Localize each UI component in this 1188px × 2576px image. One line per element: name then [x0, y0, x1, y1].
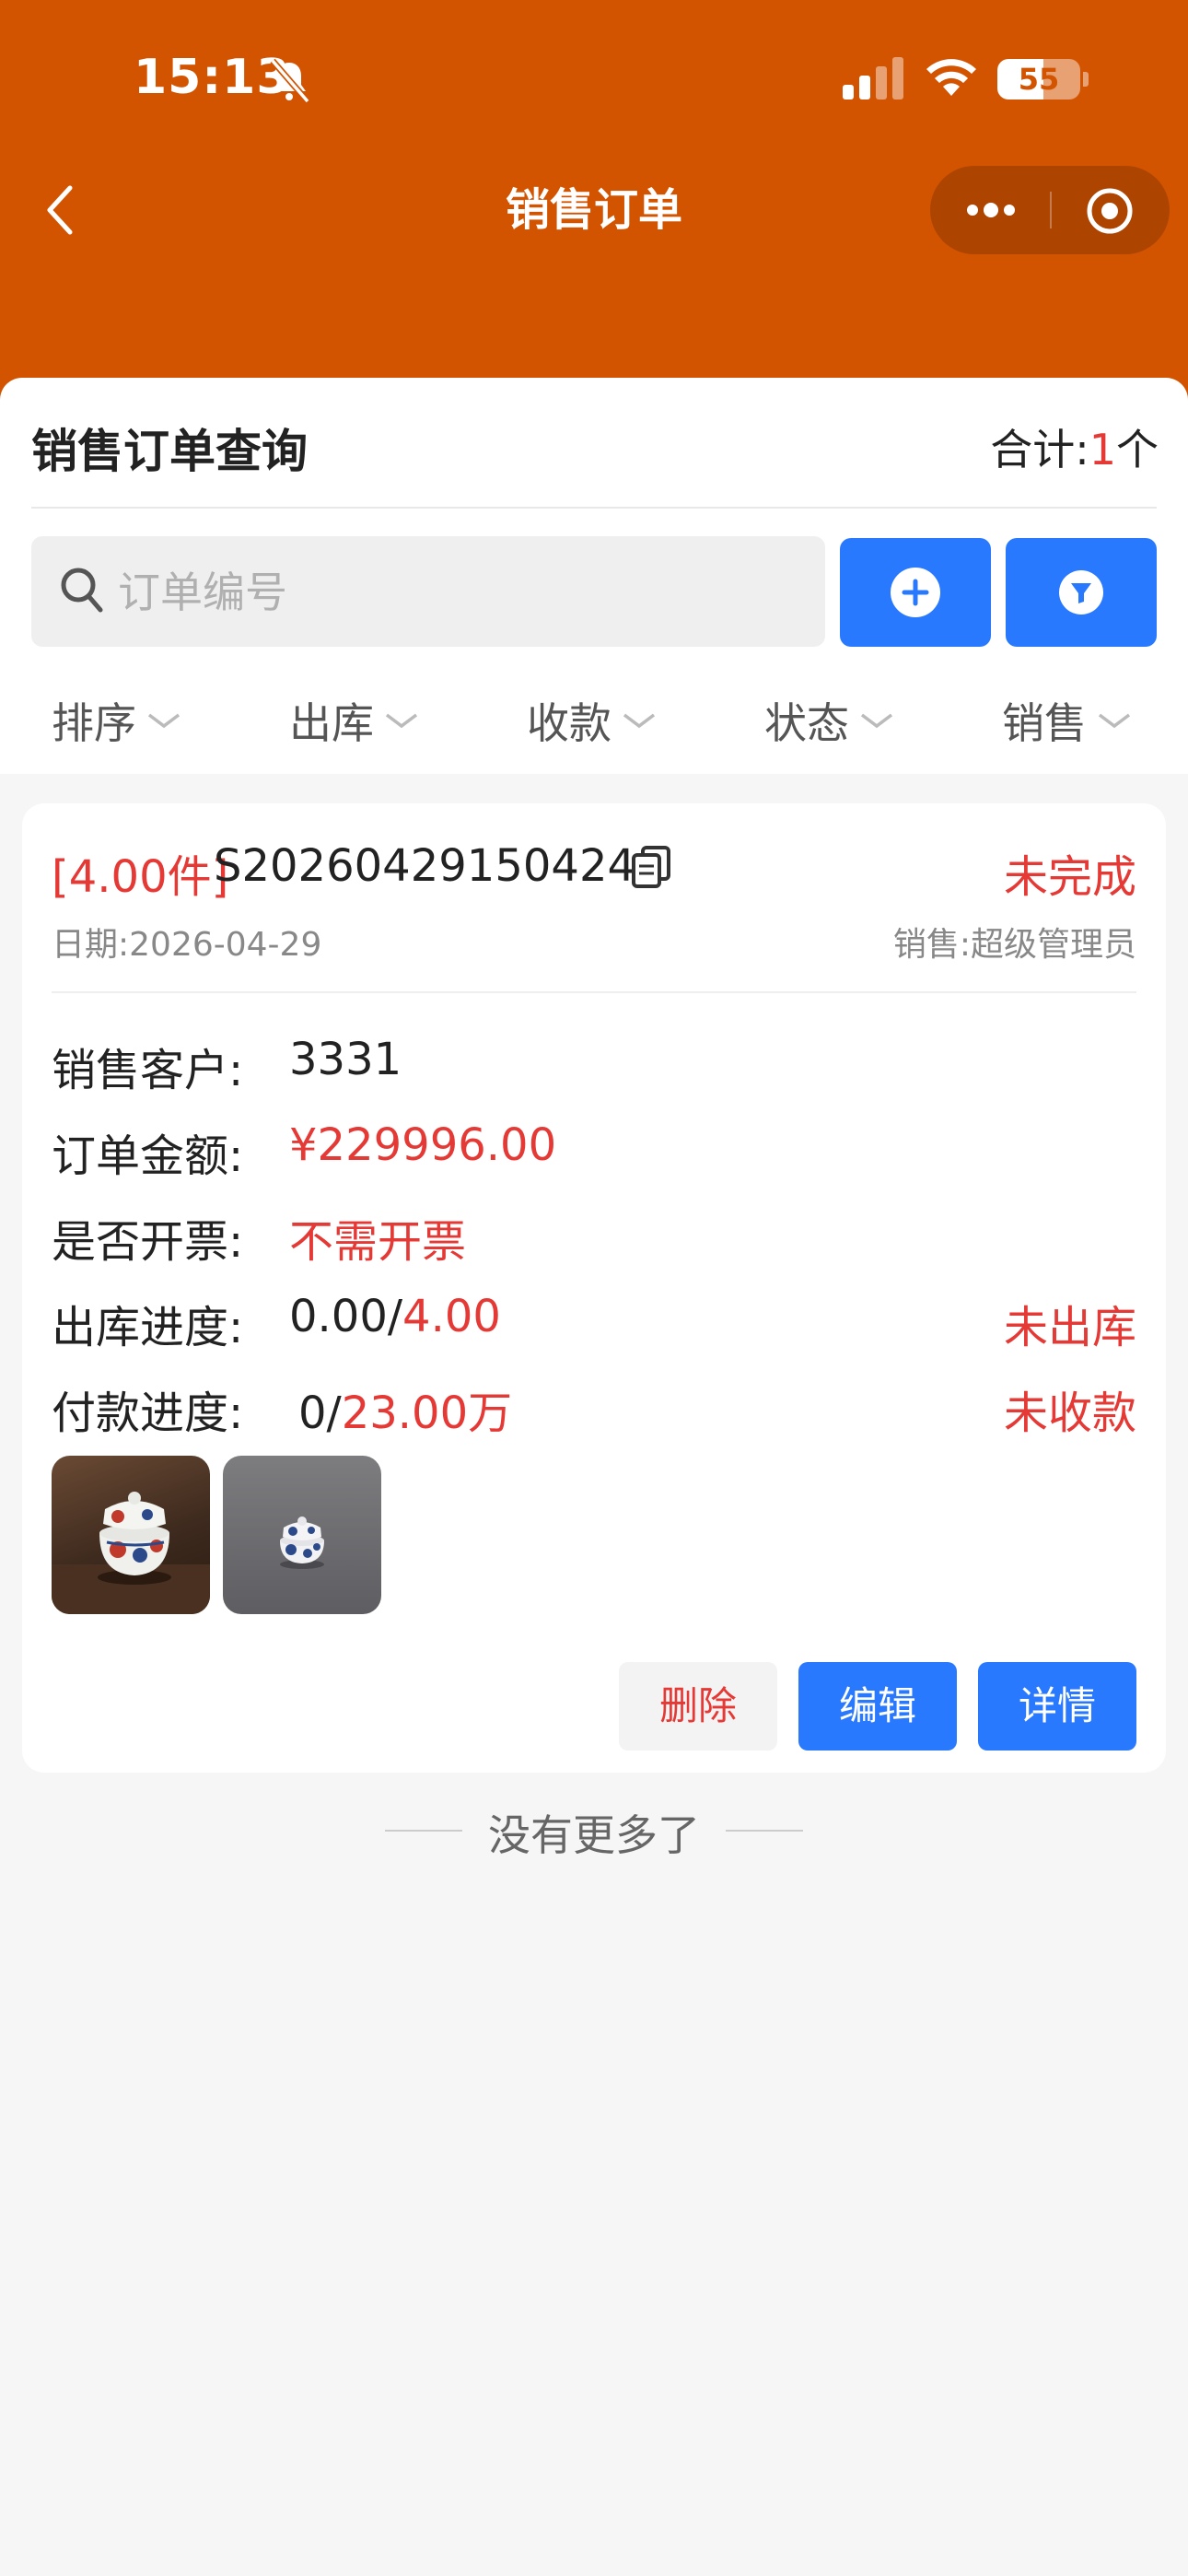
customer-row: 销售客户: 3331: [52, 1034, 1136, 1098]
chevron-down-icon: [385, 713, 418, 729]
detail-button[interactable]: 详情: [978, 1662, 1136, 1751]
filter-sales[interactable]: 销售: [1002, 674, 1133, 767]
plus-circle-icon: [891, 568, 940, 617]
total-number: 1: [1089, 425, 1116, 474]
filter-outbound[interactable]: 出库: [289, 674, 420, 767]
order-card[interactable]: [4.00件] S20260429150424 未完成 日期:2026-04-2…: [22, 803, 1166, 1773]
filter-sort-label: 排序: [52, 698, 136, 748]
query-panel: 销售订单查询 合计:1个 排序 出库 收款: [0, 378, 1188, 774]
search-input[interactable]: [116, 555, 801, 630]
customer-value: 3331: [289, 1034, 402, 1085]
invoice-label: 是否开票:: [52, 1216, 244, 1268]
add-order-button[interactable]: [840, 538, 991, 647]
chevron-down-icon: [860, 713, 893, 729]
wifi-icon: [926, 59, 976, 96]
filter-payment[interactable]: 收款: [527, 674, 658, 767]
search-box[interactable]: [31, 536, 825, 647]
filter-button[interactable]: [1006, 538, 1157, 647]
shipping-status: 未出库: [1003, 1302, 1136, 1353]
search-icon: [61, 568, 103, 613]
order-status: 未完成: [1003, 851, 1136, 903]
order-salesperson: 销售:超级管理员: [892, 926, 1136, 964]
payment-progress-value: 0/23.00万: [298, 1376, 512, 1441]
mini-program-capsule: [930, 166, 1170, 254]
edit-button[interactable]: 编辑: [798, 1662, 957, 1751]
bell-muted-icon: [270, 58, 310, 104]
payment-done: 0/: [298, 1388, 342, 1439]
shipping-progress-row: 出库进度: 0.00/4.00 未出库: [52, 1291, 1136, 1355]
chevron-down-icon: [1098, 713, 1131, 729]
filter-status-label: 状态: [764, 698, 849, 748]
chevron-down-icon: [623, 713, 656, 729]
total-count: 合计:1个: [990, 416, 1159, 477]
filter-sales-label: 销售: [1002, 698, 1087, 748]
filter-row: 排序 出库 收款 状态 销售: [0, 674, 1188, 767]
battery-indicator: 55: [997, 59, 1080, 100]
order-quantity-tag: [4.00件]: [52, 851, 229, 903]
product-thumbnail[interactable]: [223, 1456, 381, 1614]
filter-sort[interactable]: 排序: [52, 674, 182, 767]
shipping-progress-value: 0.00/4.00: [289, 1291, 501, 1342]
filter-outbound-label: 出库: [289, 698, 374, 748]
amount-label: 订单金额:: [52, 1130, 244, 1182]
more-dots-icon[interactable]: [963, 192, 1019, 228]
total-prefix: 合计:: [990, 425, 1089, 474]
shipping-done: 0.00/: [289, 1291, 403, 1342]
payment-progress-label: 付款进度:: [52, 1388, 244, 1439]
customer-label: 销售客户:: [52, 1045, 244, 1096]
close-target-icon[interactable]: [1085, 186, 1135, 236]
no-more-indicator: 没有更多了: [0, 1802, 1188, 1860]
payment-status: 未收款: [1003, 1388, 1136, 1439]
teacup-image: [280, 1516, 324, 1569]
order-date: 日期:2026-04-29: [52, 926, 322, 964]
amount-value: ¥229996.00: [289, 1119, 557, 1171]
shipping-total: 4.00: [402, 1291, 501, 1342]
battery-tip: [1083, 72, 1089, 87]
product-thumbnail[interactable]: [52, 1456, 210, 1614]
filter-status[interactable]: 状态: [764, 674, 895, 767]
divider-line-right: [726, 1830, 803, 1832]
battery-percent: 55: [1018, 62, 1060, 97]
chevron-down-icon: [147, 713, 181, 729]
invoice-value: 不需开票: [289, 1216, 467, 1268]
order-number: S20260429150424: [214, 840, 636, 892]
panel-divider: [31, 507, 1157, 509]
invoice-row: 是否开票: 不需开票: [52, 1205, 1136, 1270]
total-suffix: 个: [1116, 425, 1159, 474]
amount-row: 订单金额: ¥229996.00: [52, 1119, 1136, 1184]
teacup-image: [52, 1492, 210, 1614]
copy-icon[interactable]: [630, 844, 672, 890]
payment-progress-row: 付款进度: 0/23.00万 未收款: [52, 1376, 1136, 1441]
signal-icon: [843, 57, 903, 100]
card-divider: [52, 991, 1136, 993]
shipping-progress-label: 出库进度:: [52, 1302, 244, 1353]
capsule-divider: [1050, 192, 1052, 228]
delete-button[interactable]: 删除: [619, 1662, 777, 1751]
filter-payment-label: 收款: [527, 698, 611, 748]
filter-funnel-icon: [1059, 570, 1103, 615]
payment-total: 23.00万: [341, 1388, 513, 1439]
panel-title: 销售订单查询: [31, 425, 308, 478]
no-more-text: 没有更多了: [488, 1810, 700, 1860]
